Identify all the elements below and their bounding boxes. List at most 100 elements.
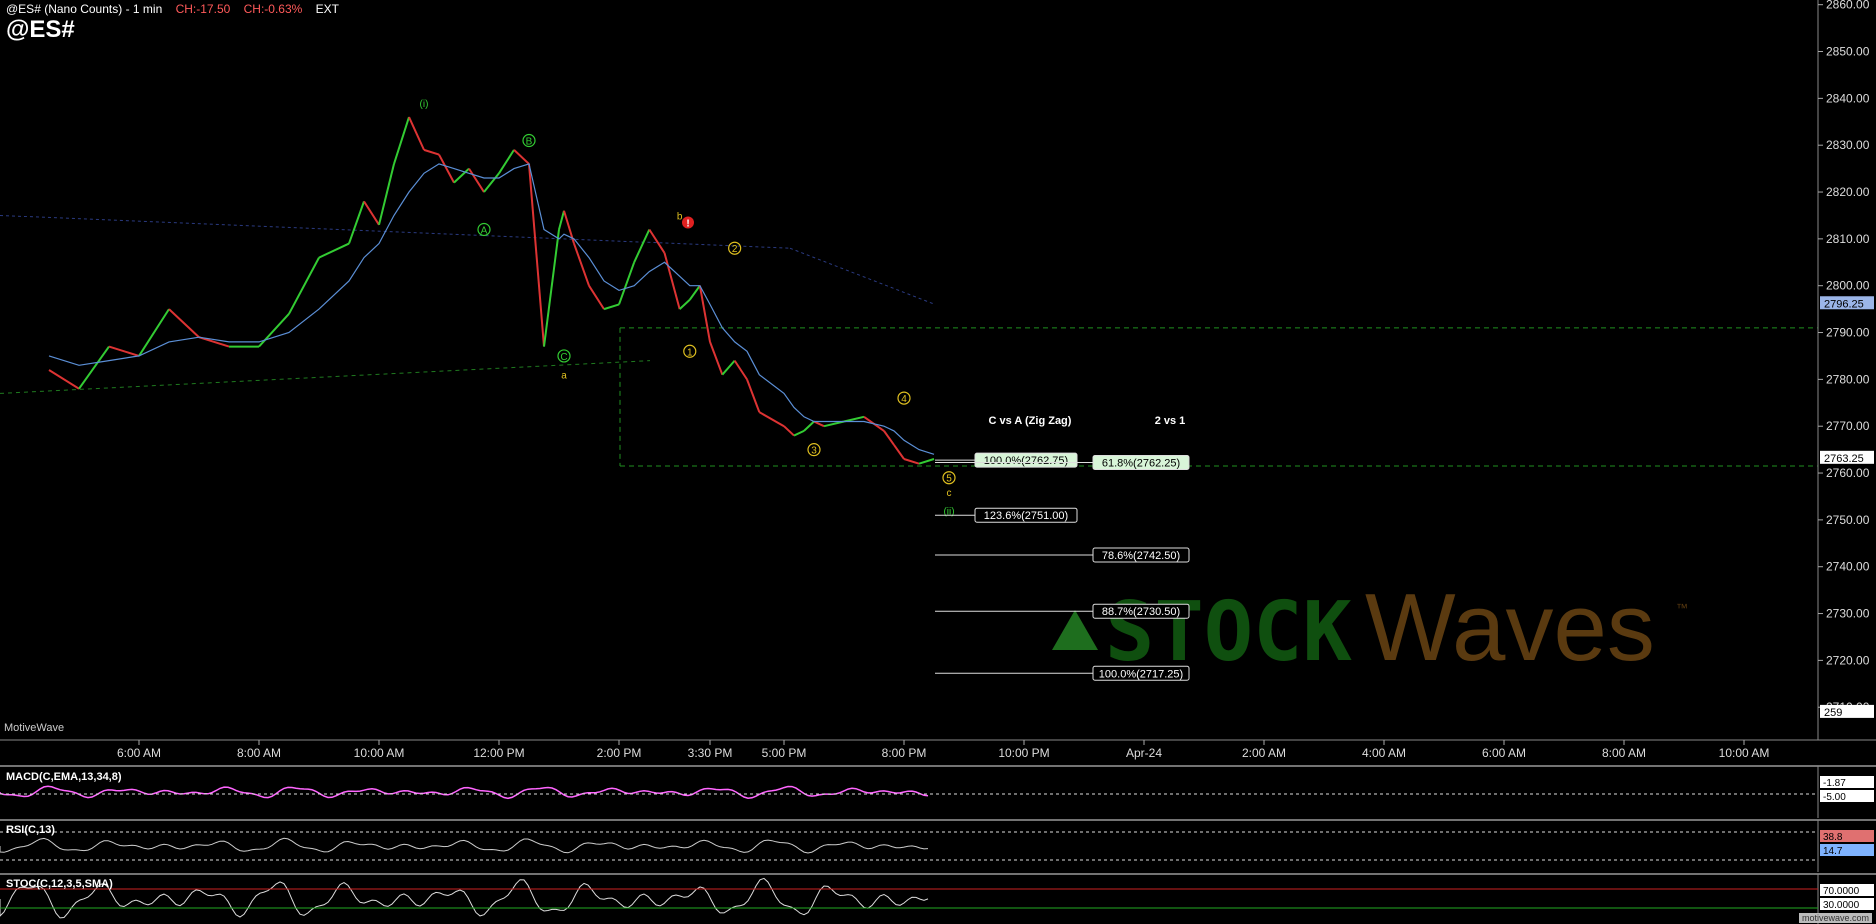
y-tick-label: 2830.00 xyxy=(1826,138,1870,152)
logo-stock-text: STOCK xyxy=(1105,585,1352,680)
x-tick-label: 8:00 AM xyxy=(1602,746,1646,760)
projection-label: 100.0%(2717.25) xyxy=(1099,668,1183,680)
logo-tm: ™ xyxy=(1676,601,1688,615)
price-tag-label: 259 xyxy=(1824,707,1842,719)
x-tick-label: 8:00 AM xyxy=(237,746,281,760)
price-segment xyxy=(709,341,724,376)
price-segment xyxy=(468,168,485,193)
wave-label: c xyxy=(947,488,952,499)
y-tick-label: 2800.00 xyxy=(1826,279,1870,293)
price-segment xyxy=(883,430,895,446)
y-tick-label: 2790.00 xyxy=(1826,326,1870,340)
price-segment xyxy=(721,359,736,376)
price-segment xyxy=(918,458,935,465)
indicator-tag-label: -1.87 xyxy=(1823,778,1846,789)
price-segment xyxy=(618,261,636,305)
wave-label: 1 xyxy=(687,347,693,358)
stoch-line xyxy=(0,877,929,919)
y-tick-label: 2780.00 xyxy=(1826,372,1870,386)
price-segment xyxy=(633,229,651,263)
price-segment xyxy=(438,154,455,184)
price-segment xyxy=(363,200,380,226)
price-segment xyxy=(793,429,805,437)
x-tick-label: 2:00 AM xyxy=(1242,746,1286,760)
y-tick-label: 2720.00 xyxy=(1826,653,1870,667)
x-tick-label: 3:30 PM xyxy=(688,746,733,760)
price-segment xyxy=(758,411,785,428)
credit-text: motivewave.com xyxy=(1798,913,1872,923)
projection-title: C vs A (Zig Zag) xyxy=(989,415,1072,427)
x-tick-label: 6:00 AM xyxy=(117,746,161,760)
price-segment xyxy=(663,252,681,310)
price-segment xyxy=(903,458,920,465)
y-tick-label: 2750.00 xyxy=(1826,513,1870,527)
price-segment xyxy=(843,415,865,423)
x-tick-label: 8:00 PM xyxy=(882,746,927,760)
price-segment xyxy=(893,444,905,460)
wave-label: b xyxy=(677,211,683,222)
moving-average-line xyxy=(48,163,935,455)
price-chart[interactable]: STOCK Waves ™ (i) B A Ca b 2 1 3 4 5 c (ii)! C vs A (… xyxy=(0,0,1876,924)
price-segment xyxy=(558,210,565,230)
macd-line xyxy=(0,785,929,800)
projection-label: 78.6%(2742.50) xyxy=(1102,550,1180,562)
price-segment xyxy=(733,360,748,380)
price-segment xyxy=(483,172,500,193)
wave-label: 3 xyxy=(811,446,817,457)
price-segment xyxy=(648,228,666,254)
logo-triangle xyxy=(1052,610,1098,650)
projection-label: 100.0%(2762.75) xyxy=(984,455,1068,467)
price-segment xyxy=(378,163,395,226)
rsi-line xyxy=(0,837,929,854)
resistance-trendline xyxy=(0,214,791,249)
x-tick-label: 10:00 PM xyxy=(998,746,1049,760)
y-tick-label: 2850.00 xyxy=(1826,45,1870,59)
price-segment xyxy=(393,116,410,165)
indicator-tag-label: 30.0000 xyxy=(1823,900,1860,911)
indicator-tag-label: 70.0000 xyxy=(1823,886,1860,897)
wave-label: (ii) xyxy=(943,507,954,518)
wave-label: 4 xyxy=(901,394,907,405)
x-tick-label: Apr-24 xyxy=(1126,746,1162,760)
wave-label: 5 xyxy=(946,474,952,485)
stoch-label: STOC(C,12,3,5,SMA) xyxy=(6,878,113,890)
price-segment xyxy=(543,229,560,347)
indicator-tag-label: 38.8 xyxy=(1823,832,1843,843)
price-segment xyxy=(603,303,620,311)
indicator-tag-label: -5.00 xyxy=(1823,792,1846,803)
wave-label: A xyxy=(481,225,488,236)
macd-label: MACD(C,EMA,13,34,8) xyxy=(6,771,122,783)
indicator-tag-label: 14.7 xyxy=(1823,846,1843,857)
price-segment xyxy=(688,285,701,301)
price-segment xyxy=(258,313,290,348)
price-segment xyxy=(198,336,230,348)
price-segment xyxy=(803,420,815,432)
wave-label: (i) xyxy=(420,99,429,110)
motivewave-watermark: MotiveWave xyxy=(4,722,65,734)
x-tick-label: 4:00 AM xyxy=(1362,746,1406,760)
price-segment xyxy=(423,148,440,156)
price-segment xyxy=(348,201,365,244)
y-tick-label: 2840.00 xyxy=(1826,91,1870,105)
projection-label: 123.6%(2751.00) xyxy=(984,510,1068,522)
x-tick-label: 10:00 AM xyxy=(1719,746,1770,760)
alert-marker-text: ! xyxy=(686,218,689,229)
price-segment xyxy=(573,243,590,287)
wave-label: a xyxy=(561,371,567,382)
y-tick-label: 2810.00 xyxy=(1826,232,1870,246)
y-tick-label: 2860.00 xyxy=(1826,0,1870,12)
stockwaves-logo: STOCK Waves ™ xyxy=(1052,574,1688,681)
price-tag-label: 2796.25 xyxy=(1824,298,1864,310)
y-tick-label: 2740.00 xyxy=(1826,560,1870,574)
price-segment xyxy=(823,420,845,428)
price-segment xyxy=(78,346,110,390)
y-tick-label: 2730.00 xyxy=(1826,607,1870,621)
price-segment xyxy=(528,163,545,347)
price-segment xyxy=(108,345,140,357)
price-segment xyxy=(678,299,691,310)
projection-label: 88.7%(2730.50) xyxy=(1102,606,1180,618)
price-tag-label: 2763.25 xyxy=(1824,453,1864,465)
projection-title: 2 vs 1 xyxy=(1155,415,1186,427)
price-segment xyxy=(48,369,80,390)
x-tick-label: 10:00 AM xyxy=(354,746,405,760)
